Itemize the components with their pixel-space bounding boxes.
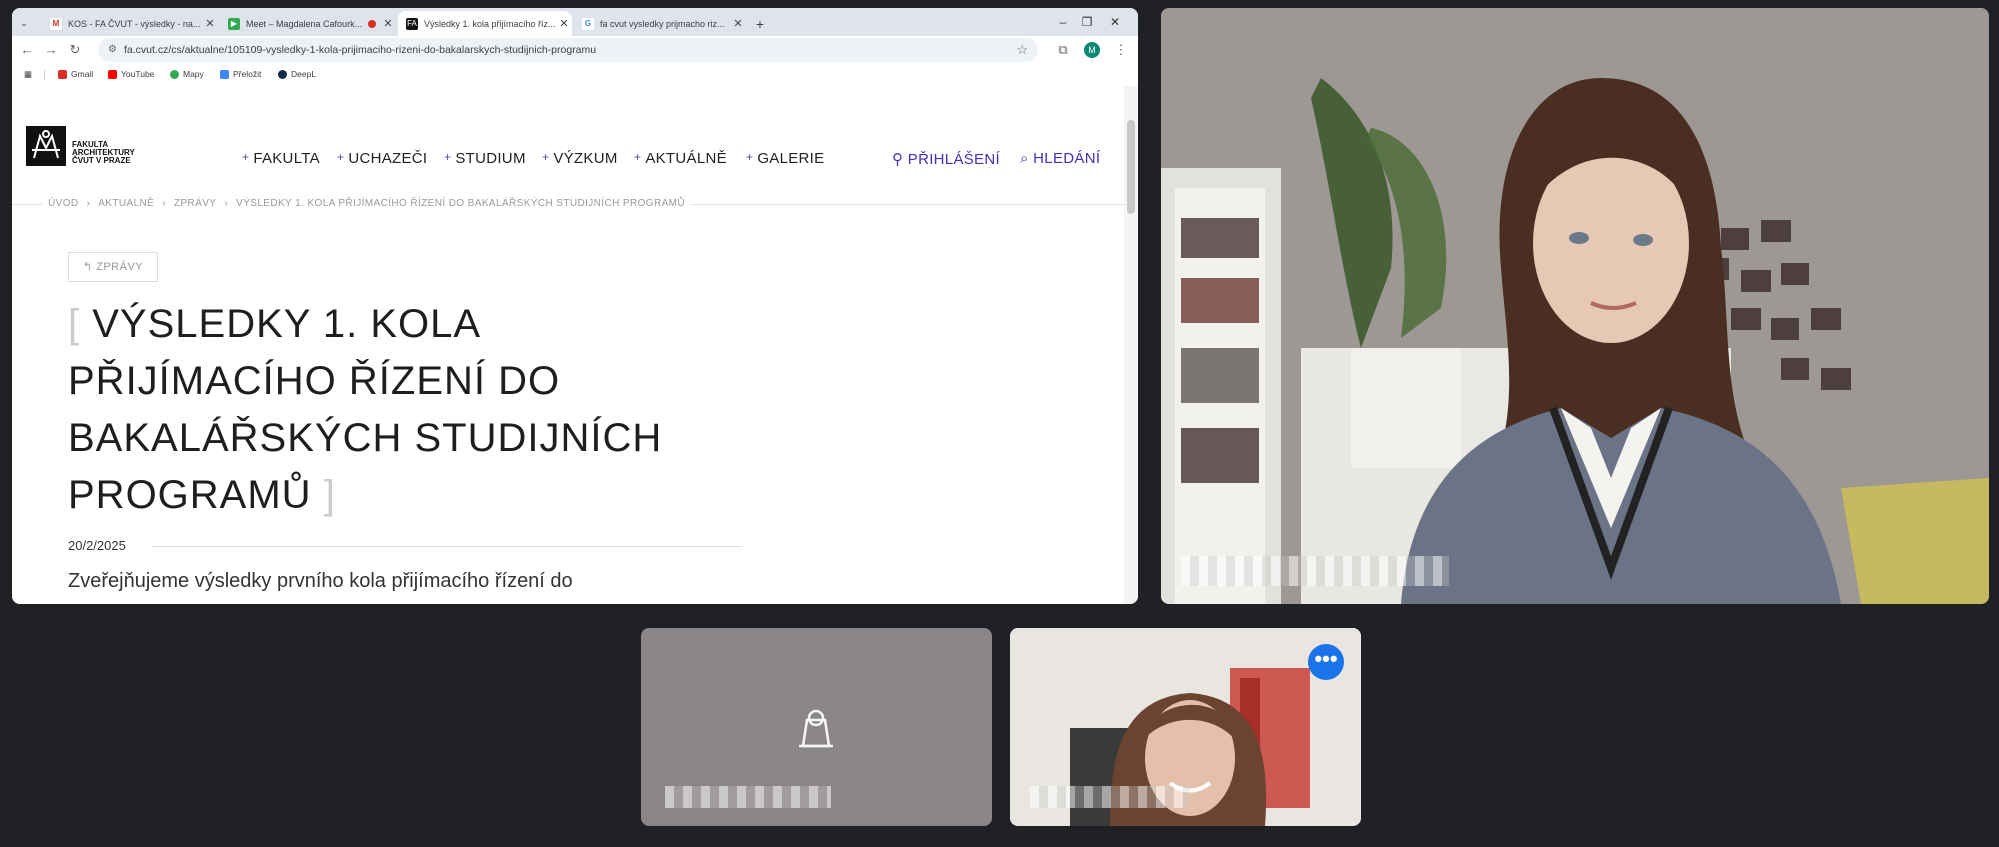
tab-search-button[interactable]: ⌄ — [12, 11, 36, 36]
new-tab-button[interactable]: + — [748, 11, 772, 36]
self-name-label — [1030, 786, 1190, 808]
forward-arrow-icon[interactable]: → — [40, 40, 62, 60]
youtube-icon — [108, 69, 117, 79]
logo-figure-icon — [32, 130, 60, 159]
tab-google-search[interactable]: G fa cvut vysledky prijmacho riz... ✕ — [574, 11, 746, 36]
web-page: FAKULTA ARCHITEKTURY ČVUT V PRAZE + FAKUL… — [12, 86, 1124, 604]
breadcrumb-zpravy[interactable]: ZPRÁVY — [174, 198, 216, 209]
meet-icon: ▶ — [228, 17, 240, 30]
chevron-down-icon: ⌄ — [20, 18, 28, 28]
apps-grid-icon[interactable]: ▦ — [24, 69, 32, 80]
breadcrumb-aktualne[interactable]: AKTUALNĚ — [98, 198, 154, 209]
participant-name-label — [1181, 556, 1449, 586]
profile-avatar[interactable]: M — [1084, 42, 1100, 58]
browser-toolbar: ← → ↻ ⚙ fa.cvut.cz/cs/aktualne/105109-vy… — [12, 36, 1138, 86]
bookmark-star-icon[interactable]: ☆ — [1016, 38, 1028, 62]
close-window-icon[interactable]: ✕ — [1104, 12, 1126, 32]
breadcrumb: ÚVOD › AKTUALNĚ › ZPRÁVY › VÝSLEDKY 1. KOLA PŘ… — [42, 198, 691, 209]
menu-galerie[interactable]: + GALERIE — [746, 150, 824, 167]
tab-label: fa cvut vysledky prijmacho riz... — [600, 18, 725, 29]
menu-aktualne[interactable]: + AKTUÁLNĚ — [634, 150, 727, 167]
logo-text[interactable]: FAKULTA ARCHITEKTURY ČVUT V PRAZE — [72, 141, 135, 165]
tab-label: Výsledky 1. kola přijímacího říz... — [424, 18, 556, 29]
deepl-icon — [278, 69, 287, 79]
map-pin-icon — [170, 69, 179, 79]
menu-dots-icon[interactable]: ⋮ — [1110, 40, 1132, 60]
tab-label: KOS - FA ČVUT - výsledky - na... — [68, 18, 201, 29]
search-icon: ⌕ — [1020, 150, 1029, 167]
close-icon[interactable]: ✕ — [380, 17, 396, 30]
menu-fakulta[interactable]: + FAKULTA — [242, 150, 320, 167]
site-info-icon[interactable]: ⚙ — [108, 38, 117, 62]
back-to-news-button[interactable]: ↰ ZPRÁVY — [68, 252, 158, 282]
breadcrumb-uvod[interactable]: ÚVOD — [48, 198, 79, 209]
tab-meet[interactable]: ▶ Meet – Magdalena Cafourk... ✕ — [220, 11, 396, 36]
google-icon: G — [582, 17, 594, 30]
extensions-icon[interactable]: ⧉ — [1052, 40, 1074, 60]
tab-label: Meet – Magdalena Cafourk... — [246, 18, 363, 29]
menu-uchazeci[interactable]: + UCHAZEČI — [337, 150, 427, 167]
participant-video-frame — [1161, 8, 1989, 604]
bookmark-deepl[interactable]: DeepL — [278, 69, 316, 79]
more-options-button[interactable]: ••• — [1308, 644, 1344, 680]
gmail-icon: M — [50, 17, 62, 30]
minimize-icon[interactable]: – — [1052, 12, 1074, 32]
article-lead: Zveřejňujeme výsledky prvního kola přijí… — [68, 570, 573, 592]
bookmark-mapy[interactable]: Mapy — [170, 69, 204, 79]
tab-kos[interactable]: M KOS - FA ČVUT - výsledky - na... ✕ — [42, 11, 218, 36]
browser-window: ⌄ M KOS - FA ČVUT - výsledky - na... ✕ ▶ … — [12, 8, 1138, 604]
bookmark-prelozit[interactable]: Přeložit — [220, 69, 261, 79]
tab-strip: ⌄ M KOS - FA ČVUT - výsledky - na... ✕ ▶ … — [12, 8, 1138, 36]
gmail-icon — [58, 69, 67, 79]
bookmark-youtube[interactable]: YouTube — [108, 69, 154, 79]
tab-vysledky[interactable]: FA Výsledky 1. kola přijímacího říz... ✕ — [398, 11, 572, 36]
page-title: [ VÝSLEDKY 1. KOLA PŘIJÍMACÍHO ŘÍZENÍ DO… — [68, 302, 663, 517]
close-icon[interactable]: ✕ — [730, 17, 746, 30]
bookmark-divider — [44, 70, 45, 80]
fa-cvut-logo[interactable] — [26, 126, 66, 166]
menu-studium[interactable]: + STUDIUM — [444, 150, 526, 167]
site-favicon-icon: FA — [406, 17, 418, 30]
close-icon[interactable]: ✕ — [202, 17, 218, 30]
bookmark-gmail[interactable]: Gmail — [58, 69, 93, 79]
translate-icon — [220, 69, 229, 79]
address-bar[interactable]: ⚙ fa.cvut.cz/cs/aktualne/105109-vysledky… — [98, 38, 1038, 62]
breadcrumb-current: VÝSLEDKY 1. KOLA PŘIJÍMACÍHO ŘÍZENÍ DO B… — [236, 198, 685, 209]
date-divider — [152, 546, 742, 547]
back-arrow-icon: ↰ — [82, 261, 93, 273]
restore-icon[interactable]: ❐ — [1076, 12, 1098, 32]
close-icon[interactable]: ✕ — [556, 17, 572, 30]
participant-video-main[interactable] — [1161, 8, 1989, 604]
url-text: fa.cvut.cz/cs/aktualne/105109-vysledky-1… — [124, 44, 597, 56]
reload-icon[interactable]: ↻ — [64, 40, 86, 60]
article-date: 20/2/2025 — [68, 538, 126, 553]
page-scrollbar[interactable] — [1124, 86, 1138, 604]
search-link[interactable]: ⌕ HLEDÁNÍ — [1020, 150, 1100, 167]
menu-vyzkum[interactable]: + VÝZKUM — [542, 150, 618, 167]
self-video-tile[interactable]: ••• — [1010, 628, 1361, 826]
presentation-icon — [799, 709, 833, 748]
back-arrow-icon[interactable]: ← — [16, 40, 38, 60]
recording-icon — [368, 19, 376, 28]
login-link[interactable]: ⚲ PŘIHLÁŠENÍ — [892, 150, 1000, 168]
participant-name-label — [665, 786, 831, 808]
participant-tile-camera-off[interactable] — [641, 628, 992, 826]
scrollbar-thumb[interactable] — [1127, 120, 1135, 214]
user-icon: ⚲ — [892, 151, 904, 168]
